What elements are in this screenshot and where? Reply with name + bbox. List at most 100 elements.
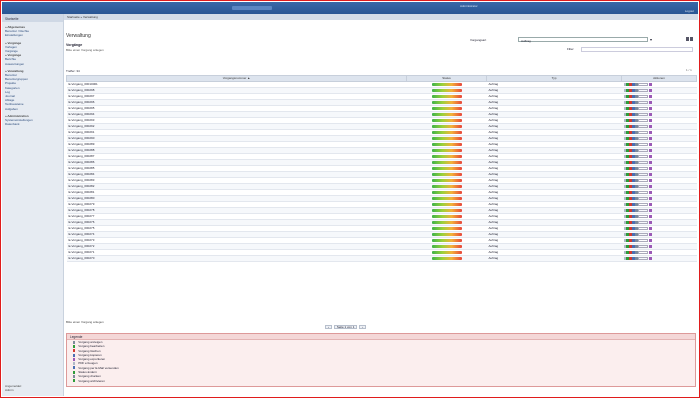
export-icon[interactable] — [649, 142, 652, 146]
view-icon[interactable] — [635, 208, 638, 212]
checkbox-icon[interactable] — [623, 82, 626, 86]
view-icon[interactable] — [635, 184, 638, 188]
export-icon[interactable] — [649, 214, 652, 218]
doc-link-icon[interactable] — [638, 142, 649, 146]
checkbox-icon[interactable] — [623, 88, 626, 92]
checkbox-icon[interactable] — [623, 130, 626, 134]
checkbox-icon[interactable] — [623, 220, 626, 224]
export-icon[interactable] — [649, 148, 652, 152]
view-icon[interactable] — [635, 256, 638, 260]
delete-icon[interactable] — [629, 112, 632, 116]
export-icon[interactable] — [649, 220, 652, 224]
edit-icon[interactable] — [626, 160, 629, 164]
view-icon[interactable] — [635, 226, 638, 230]
export-icon[interactable] — [649, 124, 652, 128]
edit-icon[interactable] — [626, 256, 629, 260]
view-icon[interactable] — [635, 244, 638, 248]
copy-icon[interactable] — [632, 178, 635, 182]
type-filter-select[interactable]: Auftrag — [518, 37, 648, 43]
view-icon[interactable] — [635, 136, 638, 140]
delete-icon[interactable] — [629, 82, 632, 86]
delete-icon[interactable] — [629, 244, 632, 248]
doc-link-icon[interactable] — [638, 166, 649, 170]
vorgang-number[interactable]: E-Vorgang_000270 — [66, 255, 407, 262]
checkbox-icon[interactable] — [623, 226, 626, 230]
delete-icon[interactable] — [629, 130, 632, 134]
doc-link-icon[interactable] — [638, 184, 649, 188]
logout-link[interactable]: Logout — [685, 9, 694, 13]
edit-icon[interactable] — [626, 148, 629, 152]
delete-icon[interactable] — [629, 136, 632, 140]
export-icon[interactable] — [649, 196, 652, 200]
doc-link-icon[interactable] — [638, 160, 649, 164]
delete-icon[interactable] — [629, 232, 632, 236]
view-icon[interactable] — [635, 82, 638, 86]
view-icon[interactable] — [635, 214, 638, 218]
view-icon[interactable] — [635, 232, 638, 236]
doc-link-icon[interactable] — [638, 178, 649, 182]
edit-icon[interactable] — [626, 130, 629, 134]
save-icon[interactable] — [686, 37, 689, 41]
checkbox-icon[interactable] — [623, 232, 626, 236]
view-icon[interactable] — [635, 172, 638, 176]
view-icon[interactable] — [635, 238, 638, 242]
doc-link-icon[interactable] — [638, 100, 649, 104]
edit-icon[interactable] — [626, 118, 629, 122]
export-icon[interactable] — [649, 190, 652, 194]
doc-link-icon[interactable] — [638, 172, 649, 176]
delete-icon[interactable] — [629, 190, 632, 194]
copy-icon[interactable] — [632, 94, 635, 98]
view-icon[interactable] — [635, 88, 638, 92]
copy-icon[interactable] — [632, 112, 635, 116]
view-icon[interactable] — [635, 118, 638, 122]
edit-icon[interactable] — [626, 190, 629, 194]
delete-icon[interactable] — [629, 238, 632, 242]
view-icon[interactable] — [635, 154, 638, 158]
checkbox-icon[interactable] — [623, 244, 626, 248]
copy-icon[interactable] — [632, 148, 635, 152]
copy-icon[interactable] — [632, 214, 635, 218]
doc-link-icon[interactable] — [638, 238, 649, 242]
doc-link-icon[interactable] — [638, 196, 649, 200]
chevron-down-icon[interactable]: ▾ — [650, 37, 652, 42]
export-icon[interactable] — [649, 136, 652, 140]
delete-icon[interactable] — [629, 148, 632, 152]
doc-link-icon[interactable] — [638, 154, 649, 158]
delete-icon[interactable] — [629, 250, 632, 254]
checkbox-icon[interactable] — [623, 100, 626, 104]
view-icon[interactable] — [635, 106, 638, 110]
view-icon[interactable] — [635, 142, 638, 146]
checkbox-icon[interactable] — [623, 112, 626, 116]
view-icon[interactable] — [635, 178, 638, 182]
checkbox-icon[interactable] — [623, 184, 626, 188]
view-icon[interactable] — [635, 94, 638, 98]
view-icon[interactable] — [635, 196, 638, 200]
copy-icon[interactable] — [632, 250, 635, 254]
sidebar-head[interactable]: Startseite — [2, 14, 63, 22]
export-icon[interactable] — [649, 202, 652, 206]
edit-icon[interactable] — [626, 88, 629, 92]
copy-icon[interactable] — [632, 226, 635, 230]
checkbox-icon[interactable] — [623, 172, 626, 176]
edit-icon[interactable] — [626, 82, 629, 86]
checkbox-icon[interactable] — [623, 214, 626, 218]
edit-icon[interactable] — [626, 226, 629, 230]
doc-link-icon[interactable] — [638, 88, 649, 92]
edit-icon[interactable] — [626, 238, 629, 242]
export-icon[interactable] — [649, 250, 652, 254]
doc-link-icon[interactable] — [638, 232, 649, 236]
edit-icon[interactable] — [626, 124, 629, 128]
delete-icon[interactable] — [629, 202, 632, 206]
delete-icon[interactable] — [629, 106, 632, 110]
export-icon[interactable] — [649, 94, 652, 98]
edit-icon[interactable] — [626, 112, 629, 116]
edit-icon[interactable] — [626, 244, 629, 248]
edit-icon[interactable] — [626, 154, 629, 158]
edit-icon[interactable] — [626, 220, 629, 224]
export-icon[interactable] — [649, 172, 652, 176]
edit-icon[interactable] — [626, 214, 629, 218]
view-icon[interactable] — [635, 190, 638, 194]
export-icon[interactable] — [690, 37, 693, 41]
export-icon[interactable] — [649, 160, 652, 164]
delete-icon[interactable] — [629, 172, 632, 176]
